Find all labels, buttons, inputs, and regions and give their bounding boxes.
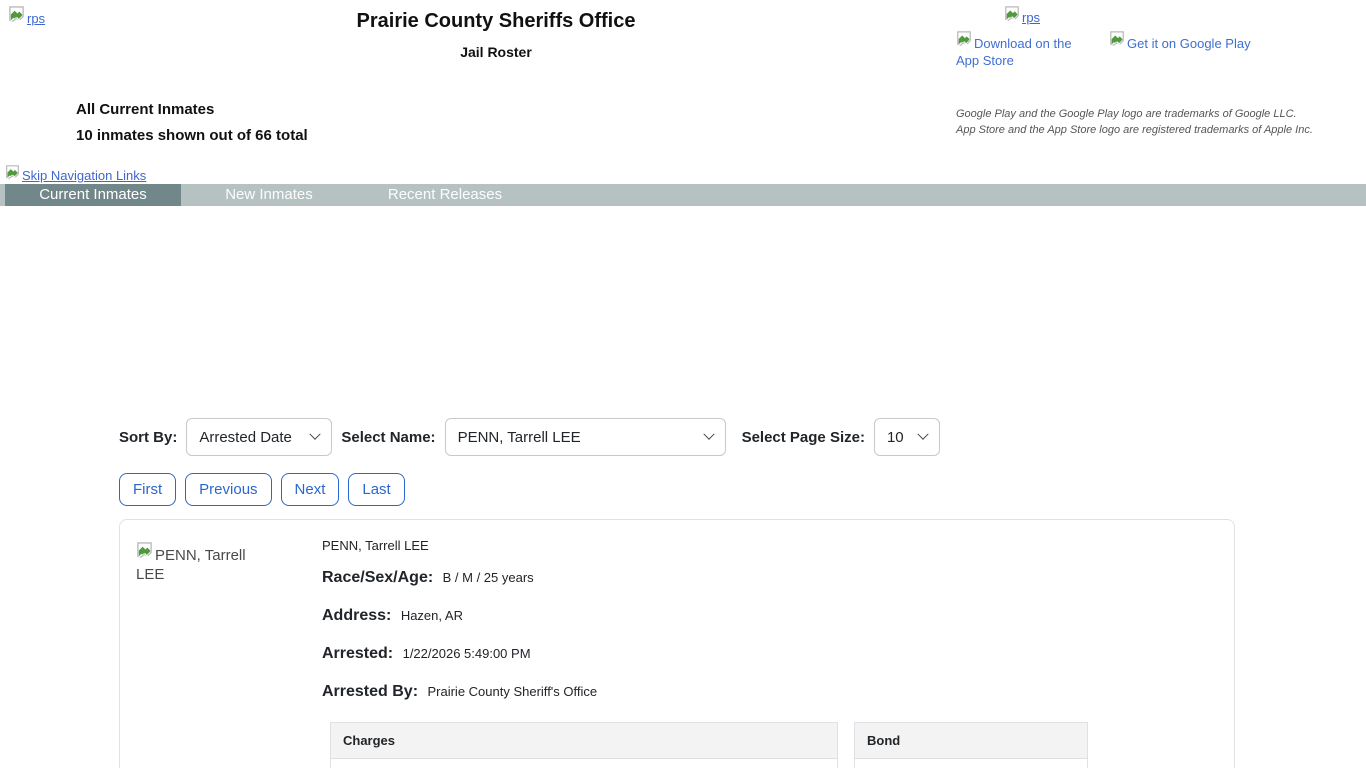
race-sex-age-label: Race/Sex/Age: xyxy=(322,569,433,586)
sort-by-value: Arrested Date xyxy=(199,429,292,446)
page-title: Prairie County Sheriffs Office xyxy=(0,10,992,33)
charge-value: WEEKEND COMM xyxy=(331,759,838,768)
inmate-details: PENN, Tarrell LEE Race/Sex/Age: B / M / … xyxy=(322,536,1218,768)
inmate-photo: PENN, Tarrell LEE xyxy=(136,536,322,768)
broken-image-icon xyxy=(1004,6,1020,25)
bond-table: Bond $0.00 xyxy=(854,722,1088,768)
next-page-button[interactable]: Next xyxy=(281,473,340,506)
chevron-down-icon xyxy=(310,429,321,440)
tab-new-inmates[interactable]: New Inmates xyxy=(181,184,357,206)
google-play-badge-link[interactable]: Get it on Google Play xyxy=(1109,31,1251,69)
trademark-notice: Google Play and the Google Play logo are… xyxy=(956,106,1360,138)
charges-bond-tables: Charges WEEKEND COMM Bond $0.00 xyxy=(330,722,1218,768)
page-size-select[interactable]: 10 xyxy=(874,418,940,456)
app-store-badge-alt: Download on the App Store xyxy=(956,36,1072,68)
sort-by-label: Sort By: xyxy=(119,429,177,446)
select-name-value: PENN, Tarrell LEE xyxy=(458,429,581,446)
select-name-label: Select Name: xyxy=(341,429,435,446)
tab-recent-releases[interactable]: Recent Releases xyxy=(357,184,533,206)
sort-by-select[interactable]: Arrested Date xyxy=(186,418,332,456)
bond-value: $0.00 xyxy=(855,759,1088,768)
charges-table: Charges WEEKEND COMM xyxy=(330,722,838,768)
page-size-label: Select Page Size: xyxy=(742,429,865,446)
table-row: $0.00 xyxy=(855,759,1088,768)
first-page-button[interactable]: First xyxy=(119,473,176,506)
chevron-down-icon xyxy=(703,429,714,440)
race-sex-age-value: B / M / 25 years xyxy=(443,570,534,585)
pagination: First Previous Next Last xyxy=(119,473,1235,506)
select-name-select[interactable]: PENN, Tarrell LEE xyxy=(445,418,726,456)
broken-image-icon xyxy=(5,165,20,183)
inmate-card: PENN, Tarrell LEE PENN, Tarrell LEE Race… xyxy=(119,519,1235,768)
main-content: Sort By: Arrested Date Select Name: PENN… xyxy=(119,418,1235,768)
arrested-label: Arrested: xyxy=(322,645,393,662)
roster-heading: All Current Inmates xyxy=(76,101,308,118)
app-store-badge-link[interactable]: Download on the App Store xyxy=(956,31,1096,69)
store-logo-link[interactable]: rps xyxy=(1004,6,1040,25)
app-badges-block: rps Download on the App Store Get it on … xyxy=(956,6,1360,138)
arrested-by-value: Prairie County Sheriff's Office xyxy=(427,684,597,699)
tab-current-inmates[interactable]: Current Inmates xyxy=(5,184,181,206)
bond-header: Bond xyxy=(855,723,1088,759)
broken-image-icon xyxy=(136,542,153,564)
roster-count: 10 inmates shown out of 66 total xyxy=(76,127,308,144)
last-page-button[interactable]: Last xyxy=(348,473,404,506)
page-header: rps Prairie County Sheriffs Office Jail … xyxy=(0,0,1366,184)
page-subtitle: Jail Roster xyxy=(0,44,992,60)
inmate-name: PENN, Tarrell LEE xyxy=(322,538,1218,553)
address-label: Address: xyxy=(322,607,391,624)
arrested-by-label: Arrested By: xyxy=(322,683,418,700)
chevron-down-icon xyxy=(917,429,928,440)
skip-navigation-label: Skip Navigation Links xyxy=(22,168,146,183)
skip-navigation-link[interactable]: Skip Navigation Links xyxy=(5,165,146,183)
broken-image-icon xyxy=(956,31,972,51)
charges-header: Charges xyxy=(331,723,838,759)
previous-page-button[interactable]: Previous xyxy=(185,473,271,506)
store-logo-alt: rps xyxy=(1022,10,1040,25)
title-block: Prairie County Sheriffs Office Jail Rost… xyxy=(0,10,992,60)
tab-bar: Current Inmates New Inmates Recent Relea… xyxy=(0,184,1366,206)
roster-summary: All Current Inmates 10 inmates shown out… xyxy=(76,101,308,144)
filter-row: Sort By: Arrested Date Select Name: PENN… xyxy=(119,418,1235,456)
arrested-value: 1/22/2026 5:49:00 PM xyxy=(403,646,531,661)
page-size-value: 10 xyxy=(887,429,904,446)
google-play-badge-alt: Get it on Google Play xyxy=(1127,36,1251,51)
address-value: Hazen, AR xyxy=(401,608,463,623)
table-row: WEEKEND COMM xyxy=(331,759,838,768)
trademark-line-google: Google Play and the Google Play logo are… xyxy=(956,106,1360,122)
broken-image-icon xyxy=(1109,31,1125,51)
trademark-line-apple: App Store and the App Store logo are reg… xyxy=(956,122,1360,138)
